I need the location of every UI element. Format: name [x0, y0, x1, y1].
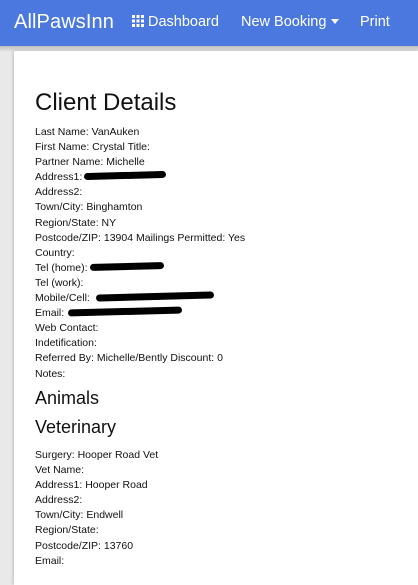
- client-tel-home: Tel (home):: [35, 261, 88, 274]
- client-address2: Address2:: [35, 186, 83, 199]
- page-title: Client Details: [35, 89, 177, 116]
- nav-new-booking-dropdown[interactable]: New Booking: [241, 14, 340, 30]
- client-country: Country:: [35, 246, 75, 259]
- top-navbar: AllPawsInn Dashboard New Booking Print: [0, 0, 418, 46]
- vet-address2: Address2:: [35, 494, 83, 507]
- client-first-name: First Name: Crystal Title:: [35, 141, 150, 154]
- client-partner-name: Partner Name: Michelle: [35, 156, 145, 169]
- client-tel-home-row: Tel (home):: [35, 261, 245, 276]
- vet-town: Town/City: Endwell: [35, 509, 124, 522]
- vet-details-list: Surgery: Hooper Road Vet Vet Name: Addre…: [35, 448, 158, 569]
- client-mobile-row: Mobile/Cell:: [35, 291, 245, 306]
- grid-icon: [132, 15, 144, 27]
- nav-dashboard-label: Dashboard: [148, 14, 219, 30]
- client-web-contact: Web Contact:: [35, 322, 99, 335]
- vet-address1: Address1: Hooper Road: [35, 479, 148, 492]
- client-address1-row: Address1:: [35, 170, 245, 185]
- client-email-row: Email:: [35, 306, 245, 321]
- redaction-mark: [95, 291, 214, 302]
- client-identification: Indetification:: [35, 337, 97, 350]
- animals-heading: Animals: [35, 388, 100, 408]
- client-town: Town/City: Binghamton: [35, 201, 143, 214]
- client-address1: Address1:: [35, 171, 83, 184]
- vet-region: Region/State:: [35, 524, 99, 537]
- client-postcode: Postcode/ZIP: 13904 Mailings Permitted: …: [35, 231, 246, 244]
- nav-dashboard[interactable]: Dashboard: [132, 14, 219, 30]
- caret-down-icon: [331, 19, 340, 24]
- content-panel: Client Details Last Name: VanAuken First…: [14, 51, 418, 585]
- client-tel-work: Tel (work):: [35, 276, 84, 289]
- client-referred-by: Referred By: Michelle/Bently Discount: 0: [35, 352, 223, 365]
- redaction-mark: [84, 171, 167, 181]
- client-details-list: Last Name: VanAuken First Name: Crystal …: [35, 125, 245, 382]
- nav-new-booking-label: New Booking: [241, 14, 327, 30]
- brand-logo[interactable]: AllPawsInn: [14, 11, 114, 34]
- veterinary-heading: Veterinary: [35, 417, 117, 437]
- vet-email: Email:: [35, 554, 65, 567]
- vet-postcode: Postcode/ZIP: 13760: [35, 539, 134, 552]
- nav-print[interactable]: Print: [360, 14, 390, 30]
- vet-surgery: Surgery: Hooper Road Vet: [35, 449, 159, 461]
- vet-name: Vet Name:: [35, 464, 85, 477]
- client-notes: Notes:: [35, 367, 66, 380]
- client-mobile: Mobile/Cell:: [35, 292, 90, 305]
- redaction-mark: [89, 261, 164, 271]
- client-last-name: Last Name: VanAuken: [35, 126, 140, 138]
- client-region: Region/State: NY: [35, 216, 117, 229]
- redaction-mark: [68, 306, 183, 317]
- client-email: Email:: [35, 307, 65, 320]
